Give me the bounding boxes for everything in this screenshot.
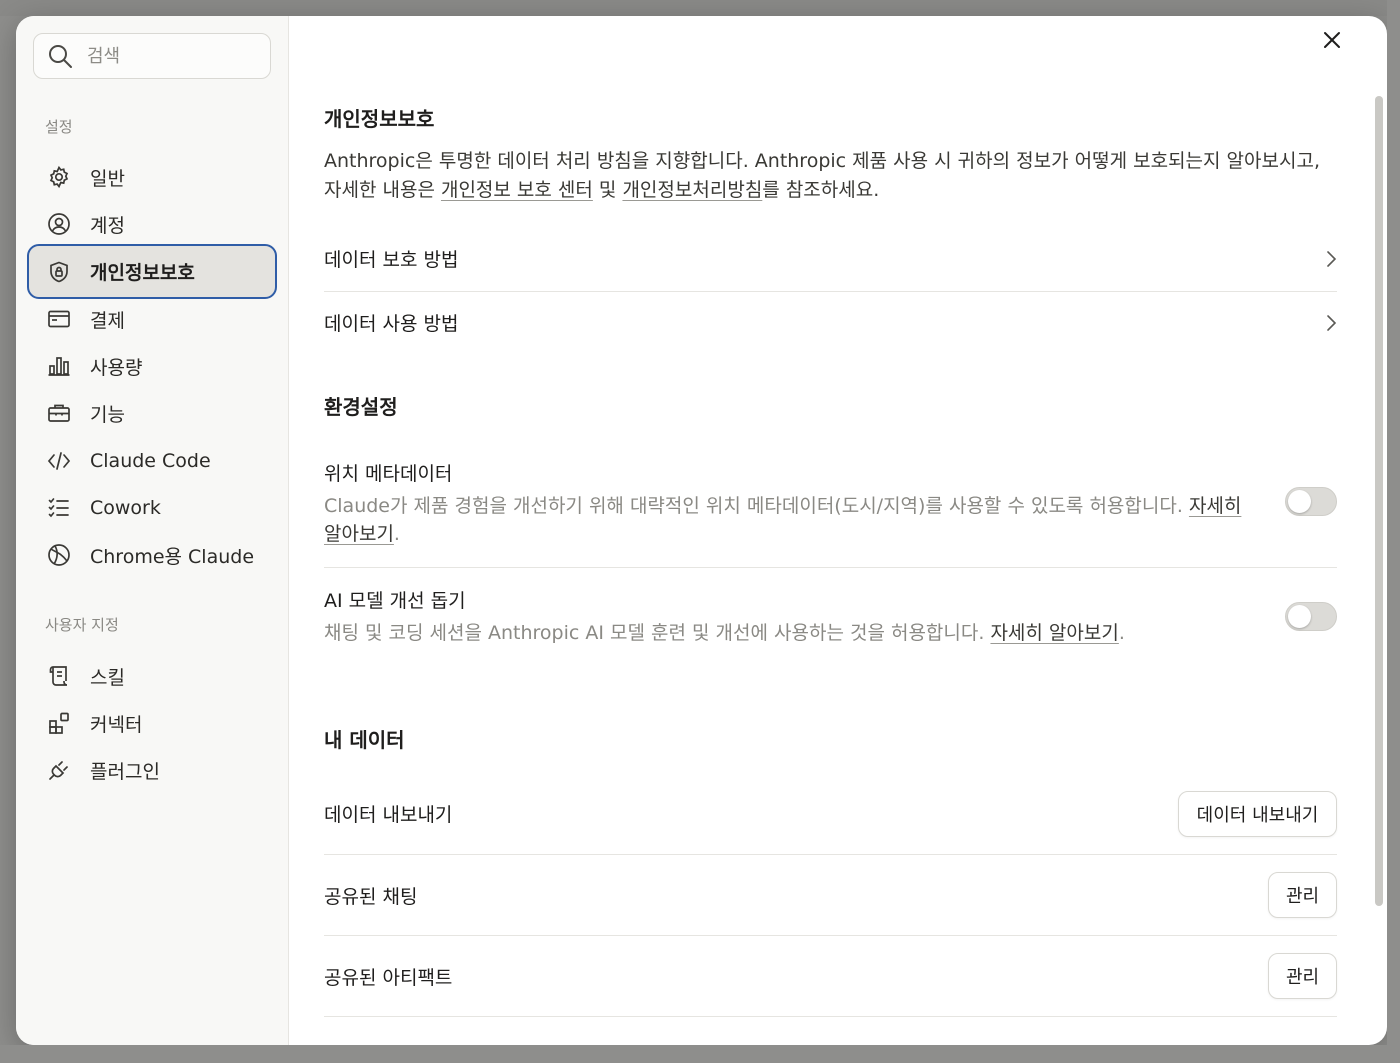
search-input[interactable]: [87, 45, 257, 67]
location-metadata-title: 위치 메타데이터: [324, 463, 453, 485]
data-usage-link[interactable]: 데이터 사용 방법: [324, 309, 1337, 336]
settings-sidebar: 설정 일반 계정: [16, 16, 289, 1045]
toggle-knob: [1288, 490, 1311, 513]
learn-more-link[interactable]: 자세히 알아보기: [990, 622, 1118, 644]
row-label: 데이터 사용 방법: [324, 313, 459, 335]
sidebar-item-usage[interactable]: 사용량: [29, 342, 275, 390]
close-button[interactable]: [1318, 26, 1346, 54]
location-metadata-toggle[interactable]: [1285, 487, 1337, 516]
backdrop-right: [1387, 0, 1400, 1063]
scrollbar[interactable]: [1375, 96, 1383, 906]
shared-chats-label: 공유된 채팅: [324, 886, 418, 908]
row-label: 데이터 보호 방법: [324, 249, 459, 271]
location-metadata-desc: Claude가 제품 경험을 개선하기 위해 대략적인 위치 메타데이터(도시/…: [324, 495, 1242, 545]
divider: [324, 854, 1337, 855]
shield-lock-icon: [46, 259, 72, 285]
scroll-icon: [46, 663, 72, 689]
sidebar-item-general[interactable]: 일반: [29, 153, 275, 201]
sidebar-item-claude-code[interactable]: Claude Code: [29, 437, 275, 485]
sidebar-item-skills[interactable]: 스킬: [29, 652, 275, 700]
intro-text: 및: [592, 179, 623, 201]
sidebar-item-label: 개인정보보호: [90, 262, 195, 284]
gear-icon: [46, 164, 72, 190]
search-box[interactable]: [33, 33, 271, 79]
privacy-policy-link[interactable]: 개인정보처리방침: [622, 179, 762, 201]
search-icon: [49, 45, 72, 68]
task-list-icon: [46, 495, 72, 521]
export-data-button[interactable]: 데이터 내보내기: [1178, 791, 1337, 837]
sidebar-item-account[interactable]: 계정: [29, 200, 275, 248]
chevron-right-icon: [1327, 314, 1337, 331]
desc-text: Claude가 제품 경험을 개선하기 위해 대략적인 위치 메타데이터(도시/…: [324, 495, 1189, 517]
preferences-heading: 환경설정: [324, 395, 398, 419]
toggle-knob: [1288, 605, 1311, 628]
briefcase-icon: [46, 400, 72, 426]
sidebar-item-label: 커넥터: [90, 713, 143, 736]
sidebar-item-label: 플러그인: [90, 760, 160, 783]
my-data-heading: 내 데이터: [324, 728, 405, 752]
sidebar-item-label: 기능: [90, 403, 125, 426]
manage-shared-artifacts-button[interactable]: 관리: [1268, 953, 1337, 999]
blocks-icon: [46, 710, 72, 736]
sidebar-item-features[interactable]: 기능: [29, 389, 275, 437]
divider: [324, 1016, 1337, 1017]
chevron-right-icon: [1327, 250, 1337, 267]
backdrop: [0, 0, 1400, 16]
sidebar-item-billing[interactable]: 결제: [29, 295, 275, 343]
divider: [324, 291, 1337, 292]
export-data-label: 데이터 내보내기: [324, 804, 453, 826]
code-icon: [46, 448, 72, 474]
settings-section-label: 설정: [45, 118, 73, 136]
close-icon: [1324, 32, 1340, 48]
sidebar-item-claude-for-chrome[interactable]: Chrome용 Claude: [29, 531, 275, 579]
model-improvement-toggle[interactable]: [1285, 602, 1337, 631]
sidebar-item-label: Chrome용 Claude: [90, 545, 255, 568]
privacy-heading: 개인정보보호: [324, 107, 435, 131]
sidebar-item-label: 스킬: [90, 666, 125, 689]
sidebar-item-privacy[interactable]: 개인정보보호: [27, 244, 277, 299]
data-protection-link[interactable]: 데이터 보호 방법: [324, 245, 1337, 272]
sidebar-item-label: 계정: [90, 214, 125, 237]
sidebar-item-cowork[interactable]: Cowork: [29, 484, 275, 532]
privacy-center-link[interactable]: 개인정보 보호 센터: [441, 179, 593, 201]
manage-shared-chats-button[interactable]: 관리: [1268, 872, 1337, 918]
model-improvement-desc: 채팅 및 코딩 세션을 Anthropic AI 모델 훈련 및 개선에 사용하…: [324, 622, 1125, 644]
sidebar-item-label: 결제: [90, 309, 125, 332]
desc-text: 채팅 및 코딩 세션을 Anthropic AI 모델 훈련 및 개선에 사용하…: [324, 622, 991, 644]
sidebar-item-plugins[interactable]: 플러그인: [29, 746, 275, 794]
custom-section-label: 사용자 지정: [45, 616, 119, 634]
divider: [324, 935, 1337, 936]
privacy-intro: Anthropic은 투명한 데이터 처리 방침을 지향합니다. Anthrop…: [324, 147, 1339, 205]
plug-icon: [46, 757, 72, 783]
divider: [324, 567, 1337, 568]
intro-text: 를 참조하세요.: [762, 179, 880, 201]
credit-card-icon: [46, 306, 72, 332]
sidebar-item-label: Cowork: [90, 497, 161, 519]
model-improvement-title: AI 모델 개선 돕기: [324, 590, 466, 612]
backdrop-bottom: [0, 1045, 1400, 1063]
sidebar-item-label: 사용량: [90, 356, 143, 379]
shared-artifacts-label: 공유된 아티팩트: [324, 967, 453, 989]
sidebar-item-label: 일반: [90, 167, 125, 190]
bar-chart-icon: [46, 353, 72, 379]
sidebar-item-label: Claude Code: [90, 450, 211, 472]
user-circle-icon: [46, 211, 72, 237]
sidebar-item-connectors[interactable]: 커넥터: [29, 699, 275, 747]
globe-icon: [46, 542, 72, 568]
